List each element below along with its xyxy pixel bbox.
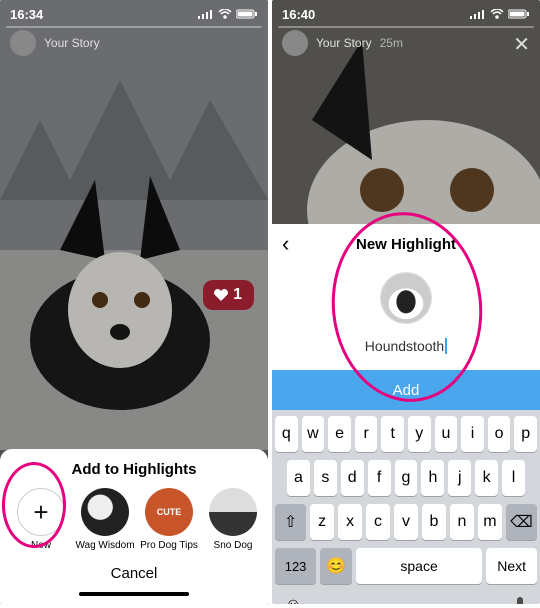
highlight-label: Sno Dog: [214, 540, 253, 551]
space-key[interactable]: space: [356, 548, 483, 584]
screenshot-right: 16:40 Your Story 25m ✕ ‹ New Highlight H…: [272, 0, 540, 604]
story-age: 25m: [380, 36, 403, 50]
mic-icon[interactable]: [513, 596, 527, 604]
new-highlight-label: New: [31, 540, 51, 551]
backspace-key[interactable]: ⌫: [506, 504, 537, 540]
key-h[interactable]: h: [421, 460, 444, 496]
key-r[interactable]: r: [355, 416, 378, 452]
story-owner-label: Your Story: [44, 36, 100, 50]
key-j[interactable]: j: [448, 460, 471, 496]
avatar[interactable]: [10, 30, 36, 56]
add-button[interactable]: Add: [272, 370, 540, 410]
key-t[interactable]: t: [381, 416, 404, 452]
cancel-button[interactable]: Cancel: [0, 551, 268, 586]
highlight-label: Pro Dog Tips: [140, 540, 198, 551]
key-y[interactable]: y: [408, 416, 431, 452]
key-q[interactable]: q: [275, 416, 298, 452]
signal-icon: [470, 9, 486, 19]
key-d[interactable]: d: [341, 460, 364, 496]
clock: 16:34: [10, 7, 43, 22]
wifi-icon: [490, 9, 504, 19]
plus-icon: +: [17, 488, 65, 536]
screenshot-left: 16:34 Your Story 1 Add to Highlights + N…: [0, 0, 268, 604]
key-a[interactable]: a: [287, 460, 310, 496]
key-c[interactable]: c: [366, 504, 390, 540]
story-header: Your Story 25m: [282, 30, 530, 56]
key-w[interactable]: w: [302, 416, 325, 452]
clock: 16:40: [282, 7, 315, 22]
key-n[interactable]: n: [450, 504, 474, 540]
key-s[interactable]: s: [314, 460, 337, 496]
status-bar: 16:40: [272, 0, 540, 28]
emoji-key[interactable]: 😊: [320, 548, 352, 584]
key-i[interactable]: i: [461, 416, 484, 452]
key-m[interactable]: m: [478, 504, 502, 540]
highlight-name-input[interactable]: Houndstooth: [365, 338, 447, 354]
wifi-icon: [218, 9, 232, 19]
signal-icon: [198, 9, 214, 19]
avatar[interactable]: [282, 30, 308, 56]
key-k[interactable]: k: [475, 460, 498, 496]
keyboard: qwertyuiop asdfghjkl ⇧ zxcvbnm⌫ 123 😊 sp…: [272, 410, 540, 604]
battery-icon: [236, 9, 258, 19]
next-key[interactable]: Next: [486, 548, 537, 584]
key-g[interactable]: g: [395, 460, 418, 496]
key-p[interactable]: p: [514, 416, 537, 452]
key-v[interactable]: v: [394, 504, 418, 540]
back-icon[interactable]: ‹: [282, 231, 289, 257]
highlight-label: Wag Wisdom: [75, 540, 134, 551]
key-z[interactable]: z: [310, 504, 334, 540]
status-bar: 16:34: [0, 0, 268, 28]
key-l[interactable]: l: [502, 460, 525, 496]
new-highlight-body: Houndstooth: [272, 264, 540, 354]
page-title: New Highlight: [356, 236, 456, 253]
home-indicator[interactable]: [79, 592, 189, 596]
like-badge[interactable]: 1: [203, 280, 254, 310]
key-b[interactable]: b: [422, 504, 446, 540]
new-highlight-header: ‹ New Highlight: [272, 224, 540, 264]
like-count: 1: [233, 286, 242, 304]
status-indicators: [470, 9, 530, 19]
key-x[interactable]: x: [338, 504, 362, 540]
highlight-cover-preview[interactable]: [380, 272, 432, 324]
emoji-icon[interactable]: ☺: [285, 596, 301, 604]
story-owner-label: Your Story: [316, 36, 372, 50]
key-u[interactable]: u: [435, 416, 458, 452]
close-icon[interactable]: ✕: [513, 32, 530, 57]
numbers-key[interactable]: 123: [275, 548, 316, 584]
key-e[interactable]: e: [328, 416, 351, 452]
key-o[interactable]: o: [488, 416, 511, 452]
new-highlight-button[interactable]: + New: [14, 488, 68, 551]
highlights-sheet: Add to Highlights + New Wag Wisdom CUTE …: [0, 449, 268, 604]
highlight-item[interactable]: Sno Dog: [206, 488, 260, 551]
status-indicators: [198, 9, 258, 19]
key-f[interactable]: f: [368, 460, 391, 496]
shift-key[interactable]: ⇧: [275, 504, 306, 540]
story-header: Your Story: [10, 30, 258, 56]
highlight-item[interactable]: CUTE Pro Dog Tips: [142, 488, 196, 551]
battery-icon: [508, 9, 530, 19]
highlights-row[interactable]: + New Wag Wisdom CUTE Pro Dog Tips Sno D…: [0, 488, 268, 551]
heart-icon: [213, 288, 229, 302]
highlight-item[interactable]: Wag Wisdom: [78, 488, 132, 551]
sheet-title: Add to Highlights: [0, 461, 268, 478]
